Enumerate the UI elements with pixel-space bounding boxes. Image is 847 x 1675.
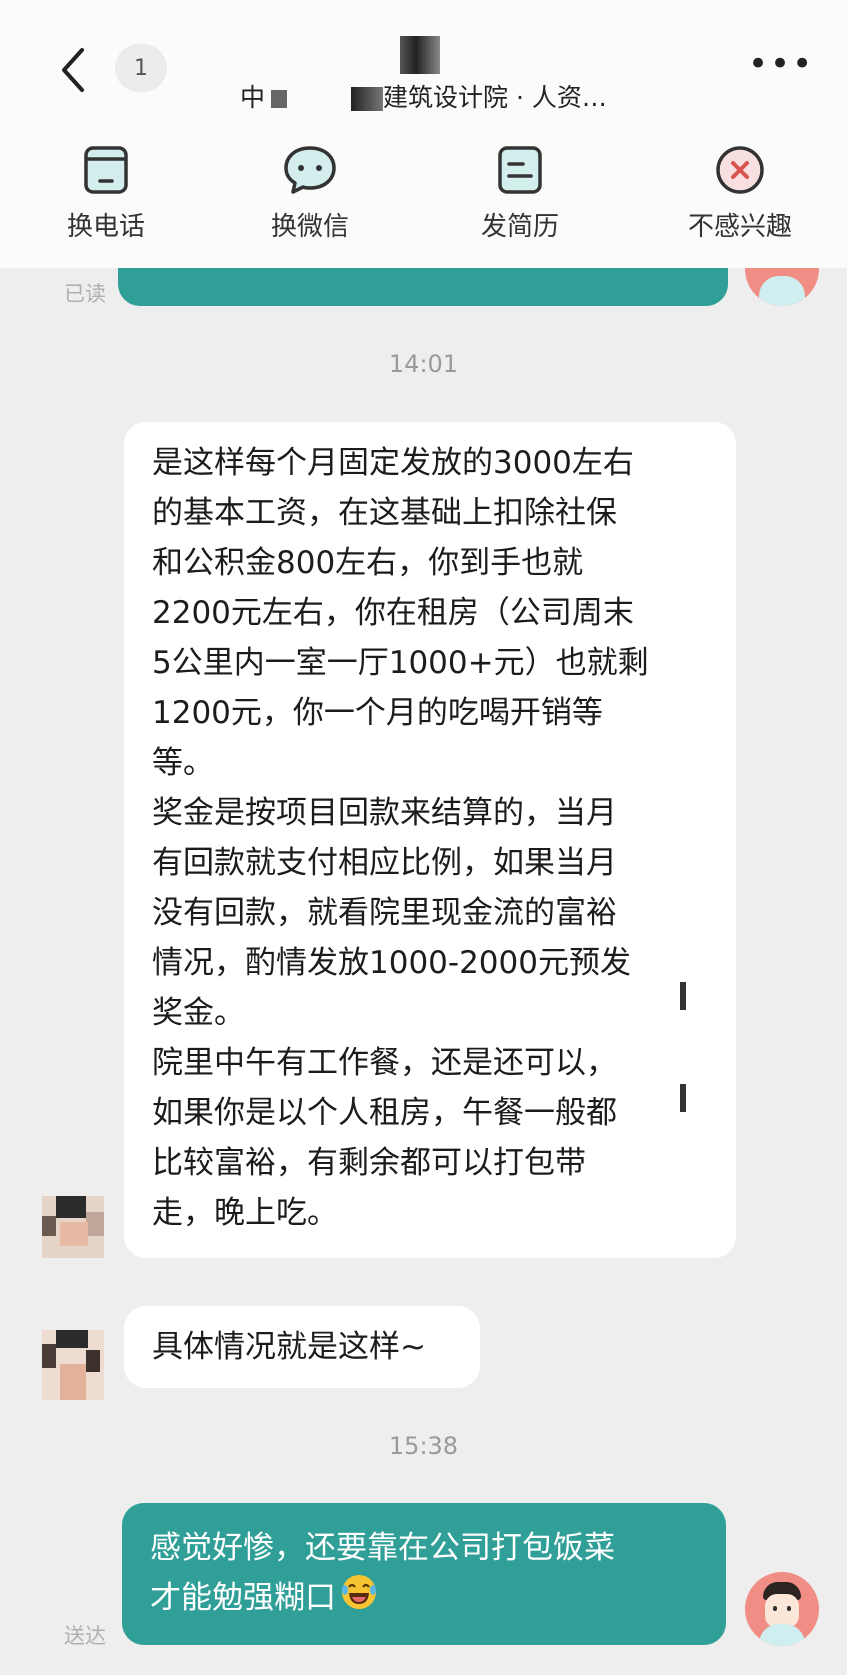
message-line: 2200元左右，你在租房（公司周末 [152,595,634,631]
message-line: 院里中午有工作餐，还是还可以， [152,1045,617,1081]
wechat-icon [284,146,336,194]
read-status: 已读 [64,282,106,306]
back-button[interactable] [52,40,92,100]
message-line: 等。 [152,745,214,781]
message-line: 1200元，你一个月的吃喝开销等 [152,695,603,731]
timestamp: 15:38 [388,1432,459,1460]
phone-card-icon [84,146,128,194]
recruiter-avatar[interactable] [42,1196,104,1258]
message-line: 没有回款，就看院里现金流的富裕 [152,895,617,931]
message-line-text: 才能勉强糊口 [150,1580,336,1616]
action-bar: 换电话 换微信 发简历 不感兴趣 [0,140,847,260]
more-options-button[interactable]: ••• [748,44,812,84]
chat-title[interactable]: 中 建筑设计院 · 人资… [200,30,650,112]
message-line: 和公积金800左右，你到手也就 [152,545,584,581]
redaction-mark [680,982,686,1010]
my-avatar[interactable] [745,1572,819,1646]
message-line: 有回款就支付相应比例，如果当月 [152,845,617,881]
message-text: 具体情况就是这样~ [152,1329,426,1365]
resume-icon [498,146,542,194]
message-line: 5公里内一室一厅1000+元）也就剩 [152,645,649,681]
redaction-mark [271,90,288,108]
message-bubble-short[interactable]: 具体情况就是这样~ [124,1306,480,1388]
timestamp: 14:01 [388,350,459,378]
chat-header: 1 中 建筑设计院 · 人资… ••• 换电话 换微信 发简历 不感兴趣 [0,0,847,268]
message-line: 感觉好惨，还要靠在公司打包饭菜 [150,1530,615,1566]
redaction-mark [351,87,384,111]
action-not-interested[interactable]: 不感兴趣 [660,140,820,260]
recruiter-avatar[interactable] [42,1330,104,1400]
action-change-phone[interactable]: 换电话 [26,140,186,260]
my-message-bubble[interactable]: 感觉好惨，还要靠在公司打包饭菜 才能勉强糊口 [122,1503,726,1645]
message-line: 比较富裕，有剩余都可以打包带 [152,1145,586,1181]
message-line: 情况，酌情发放1000-2000元预发 [152,945,631,981]
laughing-emoji-icon [340,1573,378,1626]
message-line: 走，晚上吃。 [152,1195,338,1231]
action-label: 换微信 [270,212,349,242]
message-line: 奖金是按项目回款来结算的，当月 [152,795,617,831]
action-label: 发简历 [480,212,559,242]
message-line: 才能勉强糊口 [150,1573,698,1626]
message-line: 如果你是以个人租房，午餐一般都 [152,1095,617,1131]
close-circle-icon [716,146,764,194]
sent-status: 送达 [64,1624,106,1648]
chevron-left-icon [62,48,84,92]
message-line: 是这样每个月固定发放的3000左右 [152,445,634,481]
redaction-mark [680,1084,686,1112]
message-line: 奖金。 [152,995,245,1031]
title-suffix: 建筑设计院 · 人资… [383,83,607,112]
action-change-wechat[interactable]: 换微信 [230,140,390,260]
redaction-mark [400,36,440,74]
unread-badge[interactable]: 1 [115,44,167,92]
title-prefix: 中 [240,83,266,112]
action-label: 换电话 [66,212,145,242]
action-send-resume[interactable]: 发简历 [440,140,600,260]
action-label: 不感兴趣 [687,212,792,242]
message-bubble-long[interactable]: 是这样每个月固定发放的3000左右 的基本工资，在这基础上扣除社保 和公积金80… [124,422,736,1258]
message-line: 的基本工资，在这基础上扣除社保 [152,495,617,531]
